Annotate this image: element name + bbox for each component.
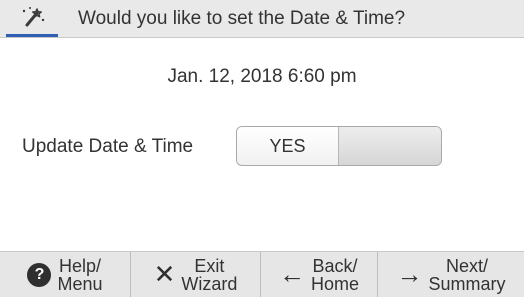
arrow-left-icon: ← — [278, 258, 305, 289]
back-home-button[interactable]: ← Back/ Home — [261, 252, 378, 297]
toggle-thumb[interactable] — [339, 127, 441, 165]
footer-nav: ? Help/ Menu ✕ Exit Wizard ← Back/ Home … — [0, 251, 524, 297]
close-icon: ✕ — [153, 258, 176, 289]
next-line2: Summary — [428, 274, 506, 294]
help-line1: Help/ — [58, 256, 102, 276]
next-summary-button[interactable]: → Next/ Summary — [378, 252, 524, 297]
wizard-tab — [6, 4, 58, 37]
next-line1: Next/ — [445, 256, 488, 276]
exit-line2: Wizard — [181, 274, 238, 294]
wizard-screen: Would you like to set the Date & Time? J… — [0, 0, 524, 297]
arrow-right-icon: → — [396, 258, 423, 289]
wizard-header: Would you like to set the Date & Time? — [0, 0, 524, 38]
help-menu-button[interactable]: ? Help/ Menu — [0, 252, 131, 297]
back-line1: Back/ — [312, 256, 358, 276]
exit-wizard-button[interactable]: ✕ Exit Wizard — [131, 252, 261, 297]
toggle-yes-option[interactable]: YES — [237, 127, 339, 165]
exit-line1: Exit — [194, 256, 225, 276]
page-title: Would you like to set the Date & Time? — [78, 8, 406, 29]
help-icon: ? — [27, 262, 52, 287]
back-line2: Home — [310, 274, 359, 294]
help-line2: Menu — [57, 274, 103, 294]
toggle-yes-label: YES — [269, 135, 306, 156]
update-date-time-toggle[interactable]: YES — [236, 126, 442, 166]
magic-wand-icon — [18, 5, 46, 34]
update-date-time-label: Update Date & Time — [22, 136, 194, 157]
current-datetime: Jan. 12, 2018 6:60 pm — [167, 66, 357, 87]
